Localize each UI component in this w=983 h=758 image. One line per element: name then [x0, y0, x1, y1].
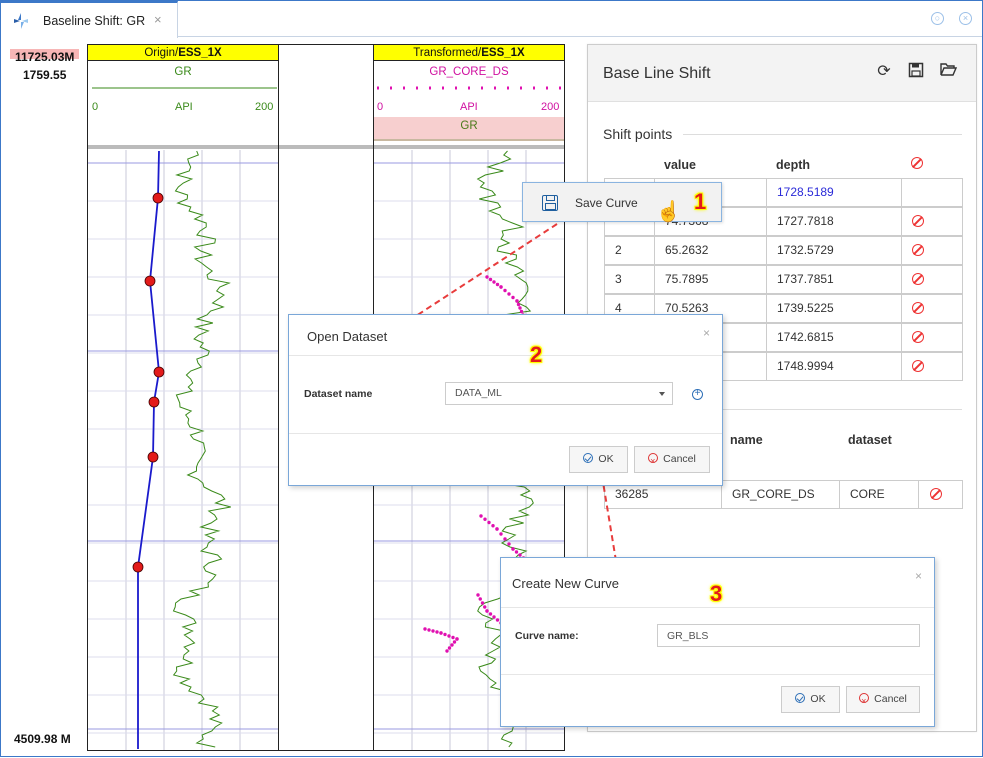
save-curve-icon: [542, 195, 558, 211]
step-1-marker: 1: [694, 189, 707, 214]
dialog-divider: [289, 433, 722, 434]
save-curve-menu-item[interactable]: Save Curve: [575, 196, 638, 210]
create-curve-title: Create New Curve: [512, 576, 619, 591]
dataset-name-select[interactable]: DATA_ML: [445, 382, 673, 405]
dataset-name-value: DATA_ML: [455, 387, 502, 399]
create-curve-cancel-button[interactable]: Cancel: [846, 686, 920, 714]
ok-label: OK: [810, 693, 826, 705]
cancel-label: Cancel: [874, 693, 907, 705]
step-2-marker: 2: [530, 342, 543, 367]
ok-label: OK: [598, 453, 614, 465]
open-dataset-cancel-button[interactable]: Cancel: [634, 446, 710, 474]
dialog-divider: [501, 607, 934, 608]
ok-icon: [583, 453, 594, 463]
open-dataset-close-icon[interactable]: ×: [703, 326, 710, 340]
create-curve-ok-button[interactable]: OK: [781, 686, 840, 713]
chevron-down-icon: [659, 392, 665, 396]
dialog-divider: [501, 674, 934, 675]
open-dataset-dialog: Open Dataset × Dataset name DATA_ML + OK…: [288, 314, 723, 486]
dialog-divider: [289, 355, 722, 356]
curve-name-input[interactable]: [657, 624, 920, 647]
ok-icon: [795, 693, 806, 703]
app-window: Baseline Shift: GR × ○ × 11725.03M 1759.…: [0, 0, 983, 757]
context-menu: Save Curve: [522, 182, 722, 222]
cancel-label: Cancel: [663, 453, 696, 465]
open-dataset-title: Open Dataset: [307, 329, 388, 344]
cancel-icon: [859, 689, 870, 714]
curve-name-label: Curve name:: [515, 630, 579, 642]
open-dataset-ok-button[interactable]: OK: [569, 446, 628, 473]
add-dataset-icon[interactable]: +: [692, 389, 703, 400]
cancel-icon: [648, 449, 659, 474]
step-3-marker: 3: [710, 581, 723, 606]
dataset-name-label: Dataset name: [304, 388, 373, 400]
hand-cursor-icon: ☝: [656, 201, 681, 223]
create-curve-close-icon[interactable]: ×: [915, 569, 922, 583]
